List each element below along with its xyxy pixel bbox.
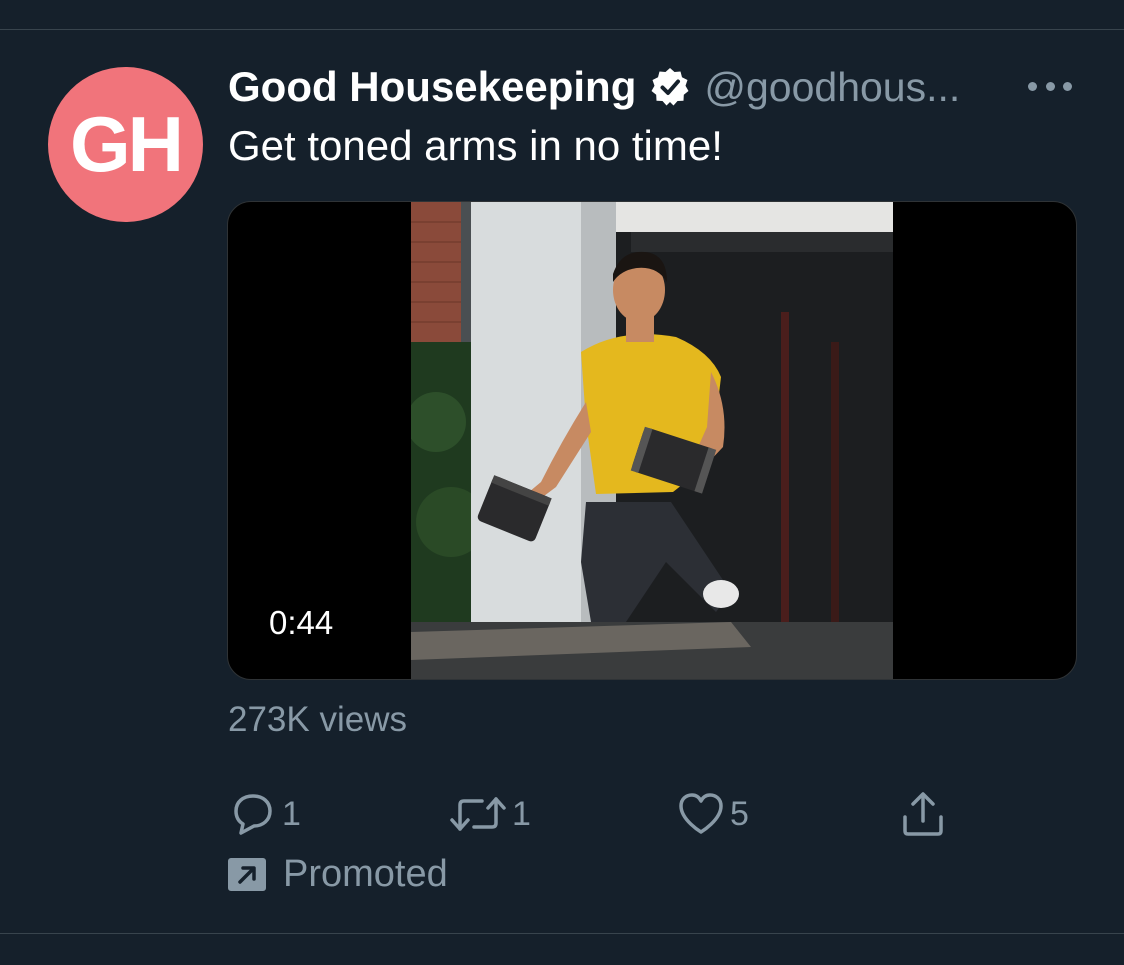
- avatar[interactable]: GH: [48, 67, 203, 222]
- view-count: 273K views: [228, 700, 407, 739]
- user-handle[interactable]: @goodhous...: [704, 64, 960, 111]
- retweet-button[interactable]: 1: [448, 790, 531, 838]
- display-name[interactable]: Good Housekeeping: [228, 63, 636, 111]
- promoted-arrow-glyph: [238, 865, 256, 884]
- share-icon: [903, 792, 943, 836]
- heart-icon: [679, 793, 723, 834]
- more-dot: [1063, 81, 1072, 91]
- video-thumbnail[interactable]: [411, 202, 893, 679]
- video-player[interactable]: 0:44: [227, 201, 1077, 680]
- reply-button[interactable]: 1: [228, 790, 301, 838]
- bottom-divider: [0, 933, 1124, 934]
- promoted-arrow-icon: [228, 857, 266, 891]
- more-dot: [1045, 81, 1055, 91]
- video-duration: 0:44: [269, 604, 334, 641]
- reply-count: 1: [282, 794, 301, 833]
- promoted-text: Promoted: [283, 852, 448, 895]
- video-scene: [411, 202, 893, 679]
- promoted-label[interactable]: Promoted: [228, 852, 448, 896]
- tweet-page: GH Good Housekeeping @goodhous... Get to…: [0, 0, 1124, 965]
- share-button[interactable]: [898, 790, 948, 838]
- more-dot: [1028, 81, 1037, 91]
- top-divider: [0, 29, 1124, 30]
- like-button[interactable]: 5: [676, 790, 749, 838]
- action-bar: 1 1 5: [228, 790, 958, 838]
- more-dots-icon[interactable]: [1028, 70, 1072, 102]
- tweet-text: Get toned arms in no time!: [228, 122, 723, 169]
- avatar-initials: GH: [70, 100, 184, 188]
- reply-icon: [234, 794, 272, 835]
- retweet-count: 1: [512, 794, 531, 833]
- tweet-header: Good Housekeeping @goodhous...: [228, 62, 1078, 112]
- like-count: 5: [730, 794, 749, 833]
- retweet-icon: [450, 797, 506, 831]
- verified-badge-icon: [651, 68, 689, 106]
